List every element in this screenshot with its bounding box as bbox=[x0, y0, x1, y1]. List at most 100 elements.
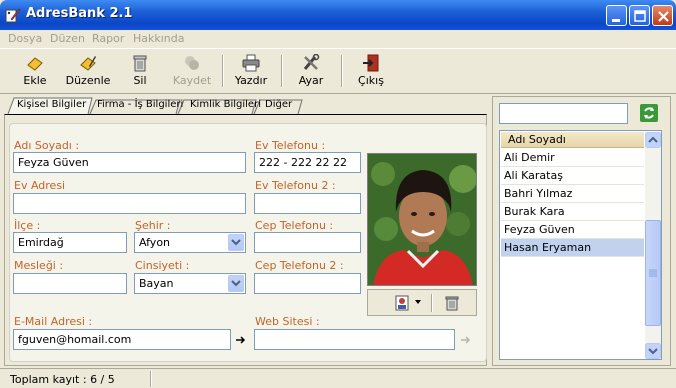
list-item[interactable]: Feyza Güven bbox=[501, 221, 644, 239]
open-website-arrow-icon[interactable] bbox=[460, 334, 472, 346]
delete-photo-icon[interactable] bbox=[444, 295, 460, 311]
kaydet-button[interactable]: Kaydet bbox=[170, 51, 214, 91]
trash-icon bbox=[133, 55, 147, 72]
ayar-label: Ayar bbox=[298, 74, 324, 87]
toolbar-separator bbox=[341, 55, 343, 87]
menu-duzen[interactable]: Düzen bbox=[50, 32, 85, 45]
ev-adresi-input[interactable] bbox=[13, 193, 246, 214]
menu-hakkinda[interactable]: Hakkında bbox=[133, 32, 185, 45]
tab-firma-is-bilgileri[interactable]: Firma - İş Bilgileri bbox=[97, 99, 183, 114]
tab-label: Kimlik Bilgileri bbox=[190, 99, 261, 110]
cep-telefonu-2-label: Cep Telefonu 2 : bbox=[255, 259, 344, 272]
sehir-select[interactable]: Afyon bbox=[134, 232, 246, 253]
ekle-button[interactable]: Ekle bbox=[14, 51, 56, 91]
printer-icon bbox=[242, 54, 260, 72]
cikis-button[interactable]: Çıkış bbox=[350, 51, 392, 91]
send-email-arrow-icon[interactable] bbox=[235, 334, 247, 346]
cep-telefonu-2-input[interactable] bbox=[254, 273, 361, 294]
minimize-icon bbox=[612, 19, 620, 22]
tools-icon bbox=[303, 54, 320, 70]
record-count: Toplam kayıt : 6 / 5 bbox=[10, 373, 115, 386]
ekle-label: Ekle bbox=[23, 74, 47, 87]
ev-telefonu-label: Ev Telefonu : bbox=[255, 139, 326, 152]
scroll-up-button[interactable] bbox=[645, 132, 661, 148]
photo-toolbar-separator bbox=[431, 294, 433, 312]
ev-telefonu-2-input[interactable] bbox=[254, 193, 361, 214]
maximize-icon bbox=[634, 10, 646, 22]
change-photo-icon[interactable] bbox=[395, 295, 411, 311]
email-label: E-Mail Adresi : bbox=[14, 315, 93, 328]
list-item[interactable]: Burak Kara bbox=[501, 203, 644, 221]
cinsiyeti-dropdown-button[interactable] bbox=[228, 275, 244, 292]
list-item-selected[interactable]: Hasan Eryaman bbox=[501, 239, 644, 257]
cikis-label: Çıkış bbox=[358, 74, 384, 87]
contact-portrait-image bbox=[368, 154, 476, 285]
cinsiyeti-value: Bayan bbox=[139, 277, 174, 290]
maximize-button[interactable] bbox=[629, 5, 650, 26]
list-item[interactable]: Bahri Yılmaz bbox=[501, 185, 644, 203]
duzenle-button[interactable]: Düzenle bbox=[62, 51, 114, 91]
sehir-value: Afyon bbox=[139, 236, 171, 249]
menu-dosya[interactable]: Dosya bbox=[8, 32, 42, 45]
tab-kimlik-bilgileri[interactable]: Kimlik Bilgileri bbox=[190, 99, 261, 114]
edit-record-icon bbox=[80, 56, 96, 71]
ilce-input[interactable]: Emirdağ bbox=[13, 232, 127, 253]
cep-telefonu-input[interactable] bbox=[254, 232, 361, 253]
photo-toolbar bbox=[367, 289, 477, 316]
status-separator bbox=[150, 371, 152, 387]
ayar-button[interactable]: Ayar bbox=[290, 51, 332, 91]
toolbar-separator bbox=[222, 55, 224, 87]
scroll-thumb[interactable] bbox=[645, 220, 661, 326]
contact-list[interactable]: Adı Soyadı Ali Demir Ali Karataş Bahri Y… bbox=[499, 130, 662, 360]
ilce-label: İlçe : bbox=[14, 219, 41, 232]
toolbar: Ekle Düzenle Sil Kaydet Yazdır Ayar Çıkı… bbox=[0, 48, 676, 94]
kaydet-label: Kaydet bbox=[172, 74, 212, 87]
add-record-icon bbox=[27, 57, 43, 71]
adi-soyadi-input[interactable]: Feyza Güven bbox=[13, 152, 246, 173]
sil-button[interactable]: Sil bbox=[124, 51, 156, 91]
cep-telefonu-label: Cep Telefonu : bbox=[255, 219, 334, 232]
list-item[interactable]: Ali Karataş bbox=[501, 167, 644, 185]
cinsiyeti-select[interactable]: Bayan bbox=[134, 273, 246, 294]
close-icon bbox=[658, 11, 669, 22]
scroll-down-button[interactable] bbox=[645, 343, 661, 359]
exit-icon bbox=[363, 54, 379, 72]
meslegi-label: Mesleği : bbox=[14, 259, 64, 272]
list-item[interactable]: Ali Demir bbox=[501, 149, 644, 167]
ev-telefonu-input[interactable]: 222 - 222 22 22 bbox=[254, 152, 361, 173]
yazdir-button[interactable]: Yazdır bbox=[231, 51, 271, 91]
sehir-dropdown-button[interactable] bbox=[228, 234, 244, 251]
chevron-down-icon bbox=[231, 239, 241, 246]
email-input[interactable]: fguven@homail.com bbox=[13, 329, 231, 350]
ev-telefonu-2-label: Ev Telefonu 2 : bbox=[255, 179, 336, 192]
yazdir-label: Yazdır bbox=[234, 74, 268, 87]
web-sitesi-input[interactable] bbox=[254, 329, 455, 350]
tab-diger[interactable]: Diğer bbox=[265, 99, 292, 114]
chevron-down-icon bbox=[231, 280, 241, 287]
refresh-icon[interactable] bbox=[640, 104, 658, 122]
status-bar: Toplam kayıt : 6 / 5 bbox=[0, 368, 676, 388]
adi-soyadi-label: Adı Soyadı : bbox=[14, 139, 80, 152]
meslegi-input[interactable] bbox=[13, 273, 127, 294]
contact-photo bbox=[367, 153, 477, 286]
ev-adresi-label: Ev Adresi bbox=[14, 179, 66, 192]
grip-icon bbox=[649, 269, 657, 277]
title-bar[interactable]: AdresBank 2.1 bbox=[0, 0, 676, 30]
search-input[interactable] bbox=[499, 103, 628, 124]
menu-rapor[interactable]: Rapor bbox=[92, 32, 124, 45]
sehir-label: Şehir : bbox=[135, 219, 171, 232]
close-button[interactable] bbox=[652, 5, 673, 26]
tab-label: Diğer bbox=[265, 99, 293, 110]
tab-label: Kişisel Bilgiler bbox=[17, 99, 87, 110]
tab-kisisel-bilgiler[interactable]: Kişisel Bilgiler bbox=[17, 99, 86, 114]
sil-label: Sil bbox=[133, 74, 147, 87]
save-icon bbox=[185, 56, 199, 70]
list-scrollbar[interactable] bbox=[645, 132, 661, 359]
app-icon bbox=[5, 8, 21, 23]
duzenle-label: Düzenle bbox=[65, 74, 111, 87]
list-header-adi-soyadi[interactable]: Adı Soyadı bbox=[501, 132, 644, 148]
minimize-button[interactable] bbox=[606, 5, 627, 26]
web-sitesi-label: Web Sitesi : bbox=[255, 315, 320, 328]
dropdown-arrow-icon[interactable] bbox=[415, 300, 421, 305]
tab-label: Firma - İş Bilgileri bbox=[97, 99, 184, 110]
